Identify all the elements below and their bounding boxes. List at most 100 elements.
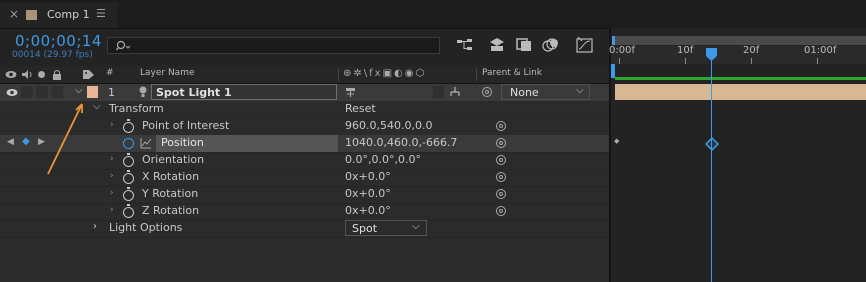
expand-chevron-icon[interactable]: ⌵ — [75, 85, 83, 96]
tree-connector: › — [110, 205, 114, 215]
transform-group-row[interactable]: ⌵ Transform Reset — [0, 101, 611, 119]
pick-whip-icon[interactable] — [496, 189, 506, 199]
property-label: Y Rotation — [142, 187, 199, 200]
video-switch-icon[interactable] — [5, 70, 17, 79]
property-row-position[interactable]: ◀ ◆ ▶ Position 1040.0,460.0,-666.7 — [0, 135, 611, 153]
ruler-label: 0:00f — [609, 45, 635, 56]
pick-whip-icon[interactable] — [496, 206, 506, 216]
frame-count-display: 00014 (29.97 fps) — [12, 50, 93, 60]
chevron-down-icon: ⌵ — [412, 221, 420, 232]
property-value[interactable]: 0.0°,0.0°,0.0° — [345, 153, 421, 166]
column-divider — [476, 68, 477, 81]
lock-switch-icon[interactable] — [52, 69, 62, 80]
column-divider — [338, 68, 339, 81]
audio-switch-icon[interactable] — [21, 69, 33, 80]
property-value[interactable]: 0x+0.0° — [345, 170, 391, 183]
property-row-orientation: › Orientation 0.0°,0.0°,0.0° — [0, 152, 611, 170]
property-value[interactable]: 1040.0,460.0,-666.7 — [345, 136, 457, 149]
property-label-highlight: Position — [156, 135, 338, 152]
timeline-area[interactable]: 0:00f 10f 20f 01:00f ◆ — [609, 28, 866, 282]
keyframe-icon[interactable]: ◆ — [22, 136, 30, 147]
visibility-eye-icon[interactable] — [6, 88, 18, 97]
after-effects-timeline-panel: × Comp 1 ☰ 0;00;00;14 00014 (29.97 fps) … — [0, 0, 866, 282]
stopwatch-icon[interactable] — [123, 187, 134, 201]
composition-flowchart-icon[interactable] — [456, 38, 474, 52]
light-type-value: Spot — [352, 222, 378, 235]
property-row-y-rotation: › Y Rotation 0x+0.0° — [0, 186, 611, 204]
pick-whip-icon[interactable] — [496, 121, 506, 131]
chevron-down-icon: ⌵ — [576, 85, 584, 96]
transform-label: Transform — [109, 102, 164, 115]
property-row-point-of-interest: › Point of Interest 960.0,540.0,0.0 — [0, 118, 611, 136]
layer-name-header[interactable]: Layer Name — [140, 68, 195, 78]
tree-connector: › — [110, 171, 114, 181]
property-value[interactable]: 0x+0.0° — [345, 187, 391, 200]
layer-name-field[interactable]: Spot Light 1 — [151, 84, 337, 100]
stopwatch-icon[interactable] — [123, 153, 134, 167]
parent-value: None — [510, 86, 539, 99]
chevron-right-icon[interactable]: › — [93, 221, 97, 232]
light-layer-icon — [139, 86, 147, 97]
property-label: Point of Interest — [142, 119, 230, 132]
solo-switch-icon[interactable] — [38, 71, 45, 78]
composition-icon — [26, 10, 37, 20]
stopwatch-icon[interactable] — [123, 170, 134, 184]
light-type-dropdown[interactable]: Spot ⌵ — [345, 220, 427, 236]
ruler-label: 10f — [677, 45, 694, 56]
audio-switch-box[interactable] — [21, 86, 33, 98]
layer-name: Spot Light 1 — [156, 86, 232, 99]
graph-icon[interactable] — [140, 137, 152, 149]
pick-whip-icon[interactable] — [496, 155, 506, 165]
stopwatch-icon[interactable] — [123, 204, 134, 218]
layer-number-header: # — [106, 68, 114, 78]
switch-box[interactable] — [433, 86, 444, 98]
current-time-display[interactable]: 0;00;00;14 — [15, 32, 102, 50]
tab-comp[interactable]: × Comp 1 ☰ — [0, 2, 118, 28]
layer-row[interactable]: ⌵ 1 Spot Light 1 None ⌵ — [0, 84, 611, 101]
prev-keyframe-icon[interactable]: ◀ — [7, 137, 14, 147]
pick-whip-icon[interactable] — [496, 138, 506, 148]
motion-blur-icon[interactable] — [542, 37, 560, 53]
frame-blending-icon[interactable] — [516, 38, 532, 52]
label-tag-icon[interactable] — [82, 69, 95, 80]
close-icon[interactable]: × — [9, 7, 19, 21]
graph-editor-icon[interactable] — [576, 36, 594, 53]
parent-dropdown[interactable]: None ⌵ — [501, 84, 590, 100]
panel-tab-bar: × Comp 1 ☰ — [0, 0, 866, 29]
switches-header-icons: ⊕✲\fx▣◐◉⬡ — [343, 68, 427, 79]
panel-menu-icon[interactable]: ☰ — [96, 7, 106, 20]
property-value[interactable]: 960.0,540.0,0.0 — [345, 119, 432, 132]
property-row-z-rotation: › Z Rotation 0x+0.0° — [0, 203, 611, 221]
time-ruler[interactable]: 0:00f 10f 20f 01:00f — [609, 45, 866, 64]
property-label: Position — [161, 136, 204, 149]
work-area-start-marker[interactable] — [611, 64, 615, 78]
annotation-arrow — [47, 103, 83, 175]
current-time-indicator-head[interactable] — [706, 48, 717, 61]
layer-duration-bar[interactable] — [615, 84, 866, 100]
shy-switch-icon[interactable] — [345, 87, 356, 98]
property-row-x-rotation: › X Rotation 0x+0.0° — [0, 169, 611, 187]
tree-connector: › — [110, 188, 114, 198]
parent-link-header[interactable]: Parent & Link — [482, 68, 542, 78]
stopwatch-active-icon[interactable] — [123, 138, 134, 149]
pick-whip-icon[interactable] — [496, 172, 506, 182]
draft-3d-icon[interactable] — [489, 37, 505, 52]
position-keyframe-diamond[interactable] — [705, 137, 719, 151]
chevron-down-icon[interactable]: ⌵ — [93, 101, 101, 112]
navigator-bar[interactable] — [612, 36, 866, 45]
search-input[interactable] — [107, 37, 440, 54]
stopwatch-icon[interactable] — [123, 119, 134, 133]
property-label: Orientation — [142, 153, 205, 166]
ruler-label: 20f — [743, 45, 760, 56]
property-value[interactable]: 0x+0.0° — [345, 204, 391, 217]
layer-number: 1 — [108, 86, 115, 99]
parent-pick-whip-icon[interactable] — [482, 87, 492, 97]
ruler-label: 01:00f — [804, 45, 837, 56]
timeline-keyframe-nav-icon: ◆ — [614, 137, 620, 145]
work-area-bar[interactable] — [611, 64, 866, 81]
light-options-row[interactable]: › Light Options Spot ⌵ — [0, 220, 611, 238]
search-icon — [116, 40, 131, 51]
transform-reset-link[interactable]: Reset — [345, 102, 376, 115]
tab-title: Comp 1 — [47, 8, 90, 21]
pick-whip-hierarchy-icon[interactable] — [449, 86, 461, 98]
